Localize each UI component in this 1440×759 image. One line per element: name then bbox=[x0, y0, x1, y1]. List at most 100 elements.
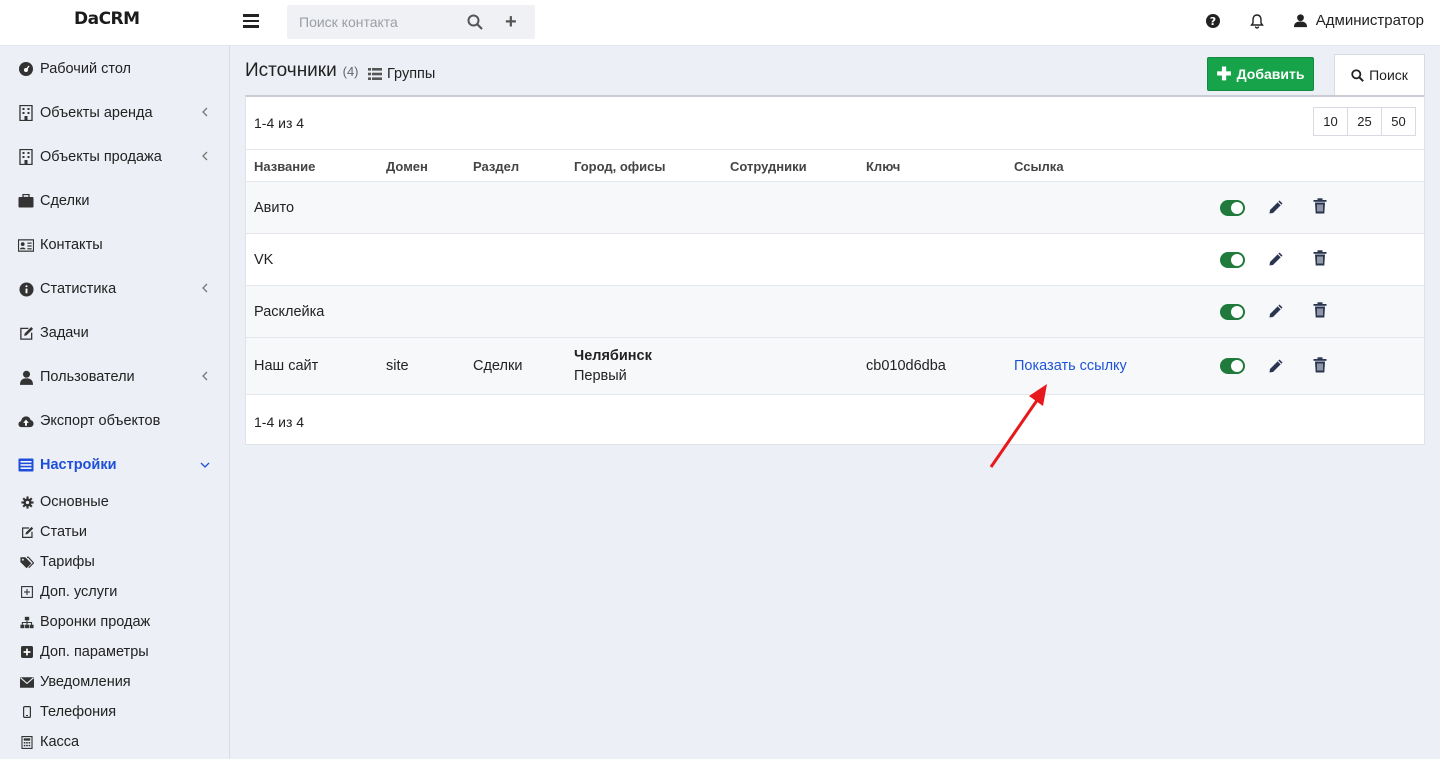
enabled-toggle[interactable] bbox=[1220, 200, 1245, 216]
column-header-key[interactable]: Ключ bbox=[866, 159, 900, 174]
sidebar-subitem-extra-services[interactable]: Доп. услуги bbox=[0, 577, 229, 607]
sidebar-item-label: Сделки bbox=[40, 193, 90, 209]
user-icon bbox=[1293, 14, 1307, 28]
page-count: (4) bbox=[342, 64, 359, 79]
plus-icon: ✚ bbox=[1216, 64, 1232, 84]
add-button[interactable]: ✚ Добавить bbox=[1207, 57, 1314, 91]
sidebar-subitem-label: Воронки продаж bbox=[40, 614, 151, 630]
sidebar-subitem-tariffs[interactable]: Тарифы bbox=[0, 547, 229, 577]
source-name: Наш сайт bbox=[254, 358, 319, 374]
sidebar-item-tasks[interactable]: Задачи bbox=[0, 311, 229, 355]
sidebar-item-label: Настройки bbox=[40, 457, 117, 473]
sitemap-icon bbox=[20, 615, 34, 629]
sidebar-item-contacts[interactable]: Контакты bbox=[0, 223, 229, 267]
sidebar-subitem-telephony[interactable]: Телефония bbox=[0, 697, 229, 727]
source-name: VK bbox=[254, 252, 274, 268]
page-size-option[interactable]: 10 bbox=[1313, 107, 1348, 136]
column-header-section[interactable]: Раздел bbox=[473, 159, 519, 174]
page-size-option[interactable]: 25 bbox=[1347, 107, 1382, 136]
trash-icon[interactable] bbox=[1312, 357, 1328, 373]
list-icon bbox=[368, 68, 382, 80]
column-header-city[interactable]: Город, офисы bbox=[574, 159, 666, 174]
app-logo[interactable]: DaCRM bbox=[74, 9, 140, 29]
sidebar-item-users[interactable]: Пользователи bbox=[0, 355, 229, 399]
pencil-icon[interactable] bbox=[1268, 251, 1284, 267]
sidebar-subitem-extra-params[interactable]: Доп. параметры bbox=[0, 637, 229, 667]
edit-icon bbox=[18, 325, 34, 341]
page-size-selector: 10 25 50 bbox=[1313, 107, 1416, 136]
pager-summary-top: 1-4 из 4 bbox=[254, 115, 305, 131]
contact-search-input[interactable] bbox=[287, 5, 463, 39]
building-icon bbox=[18, 149, 34, 165]
trash-icon[interactable] bbox=[1312, 250, 1328, 266]
sidebar-subitem-label: Телефония bbox=[40, 704, 117, 720]
enabled-toggle[interactable] bbox=[1220, 304, 1245, 320]
pager-summary-bottom: 1-4 из 4 bbox=[254, 414, 305, 430]
pencil-icon[interactable] bbox=[1268, 199, 1284, 215]
column-header-domain[interactable]: Домен bbox=[386, 159, 428, 174]
chevron-left-icon bbox=[202, 371, 208, 381]
sidebar-item-label: Контакты bbox=[40, 237, 103, 253]
sidebar-item-dashboard[interactable]: Рабочий стол bbox=[0, 47, 229, 91]
help-icon[interactable]: ? bbox=[1205, 13, 1221, 29]
page-size-option[interactable]: 50 bbox=[1381, 107, 1416, 136]
sidebar-subitem-label: Статьи bbox=[40, 524, 87, 540]
sidebar-item-label: Пользователи bbox=[40, 369, 135, 385]
list-icon bbox=[18, 457, 34, 473]
chevron-down-icon bbox=[200, 462, 210, 468]
column-header-staff[interactable]: Сотрудники bbox=[730, 159, 807, 174]
search-icon[interactable] bbox=[467, 14, 483, 30]
search-button-label: Поиск bbox=[1369, 67, 1408, 83]
sidebar-item-label: Статистика bbox=[40, 281, 117, 297]
sidebar-subitem-articles[interactable]: Статьи bbox=[0, 517, 229, 547]
info-icon bbox=[18, 281, 34, 297]
pencil-icon[interactable] bbox=[1268, 303, 1284, 319]
source-name: Авито bbox=[254, 200, 295, 216]
tags-icon bbox=[20, 555, 34, 569]
table-row: VK bbox=[246, 234, 1424, 286]
pencil-icon[interactable] bbox=[1268, 358, 1284, 374]
add-contact-icon[interactable]: + bbox=[505, 12, 517, 32]
plus-square-icon bbox=[20, 585, 34, 599]
sidebar: Рабочий стол Объекты аренда Объекты прод… bbox=[0, 46, 230, 759]
sidebar-subitem-cashbox[interactable]: Касса bbox=[0, 727, 229, 757]
sidebar-subitem-label: Уведомления bbox=[40, 674, 131, 690]
sidebar-item-label: Задачи bbox=[40, 325, 89, 341]
sidebar-subitem-general[interactable]: Основные bbox=[0, 487, 229, 517]
trash-icon[interactable] bbox=[1312, 198, 1328, 214]
plus-box-icon bbox=[20, 645, 34, 659]
sidebar-item-statistics[interactable]: Статистика bbox=[0, 267, 229, 311]
sidebar-item-export[interactable]: Экспорт объектов bbox=[0, 399, 229, 443]
source-office: Первый bbox=[574, 368, 627, 384]
page-title: Источники bbox=[245, 60, 337, 81]
groups-label: Группы bbox=[387, 66, 436, 82]
column-header-name[interactable]: Название bbox=[254, 159, 315, 174]
sidebar-item-rent-objects[interactable]: Объекты аренда bbox=[0, 91, 229, 135]
sidebar-subitem-notifications[interactable]: Уведомления bbox=[0, 667, 229, 697]
dashboard-icon bbox=[18, 61, 34, 77]
sidebar-item-settings[interactable]: Настройки bbox=[0, 443, 229, 487]
contact-card-icon bbox=[18, 237, 34, 253]
show-link[interactable]: Показать ссылку bbox=[1014, 358, 1127, 374]
calculator-icon bbox=[20, 735, 34, 749]
bell-icon[interactable] bbox=[1249, 13, 1265, 29]
menu-toggle-icon[interactable] bbox=[243, 14, 259, 30]
svg-text:?: ? bbox=[1210, 15, 1216, 28]
envelope-icon bbox=[20, 675, 34, 689]
groups-link[interactable]: Группы bbox=[368, 66, 435, 82]
sidebar-subitem-label: Касса bbox=[40, 734, 80, 750]
source-domain: site bbox=[386, 358, 409, 374]
briefcase-icon bbox=[18, 193, 34, 209]
user-menu[interactable]: Администратор bbox=[1293, 12, 1424, 29]
enabled-toggle[interactable] bbox=[1220, 358, 1245, 374]
chevron-left-icon bbox=[202, 107, 208, 117]
enabled-toggle[interactable] bbox=[1220, 252, 1245, 268]
sidebar-subitem-label: Доп. услуги bbox=[40, 584, 118, 600]
chevron-left-icon bbox=[202, 283, 208, 293]
sidebar-item-sale-objects[interactable]: Объекты продажа bbox=[0, 135, 229, 179]
sidebar-item-deals[interactable]: Сделки bbox=[0, 179, 229, 223]
search-toggle-button[interactable]: Поиск bbox=[1334, 54, 1425, 95]
sidebar-subitem-sales-funnels[interactable]: Воронки продаж bbox=[0, 607, 229, 637]
trash-icon[interactable] bbox=[1312, 302, 1328, 318]
column-header-link[interactable]: Ссылка bbox=[1014, 159, 1064, 174]
